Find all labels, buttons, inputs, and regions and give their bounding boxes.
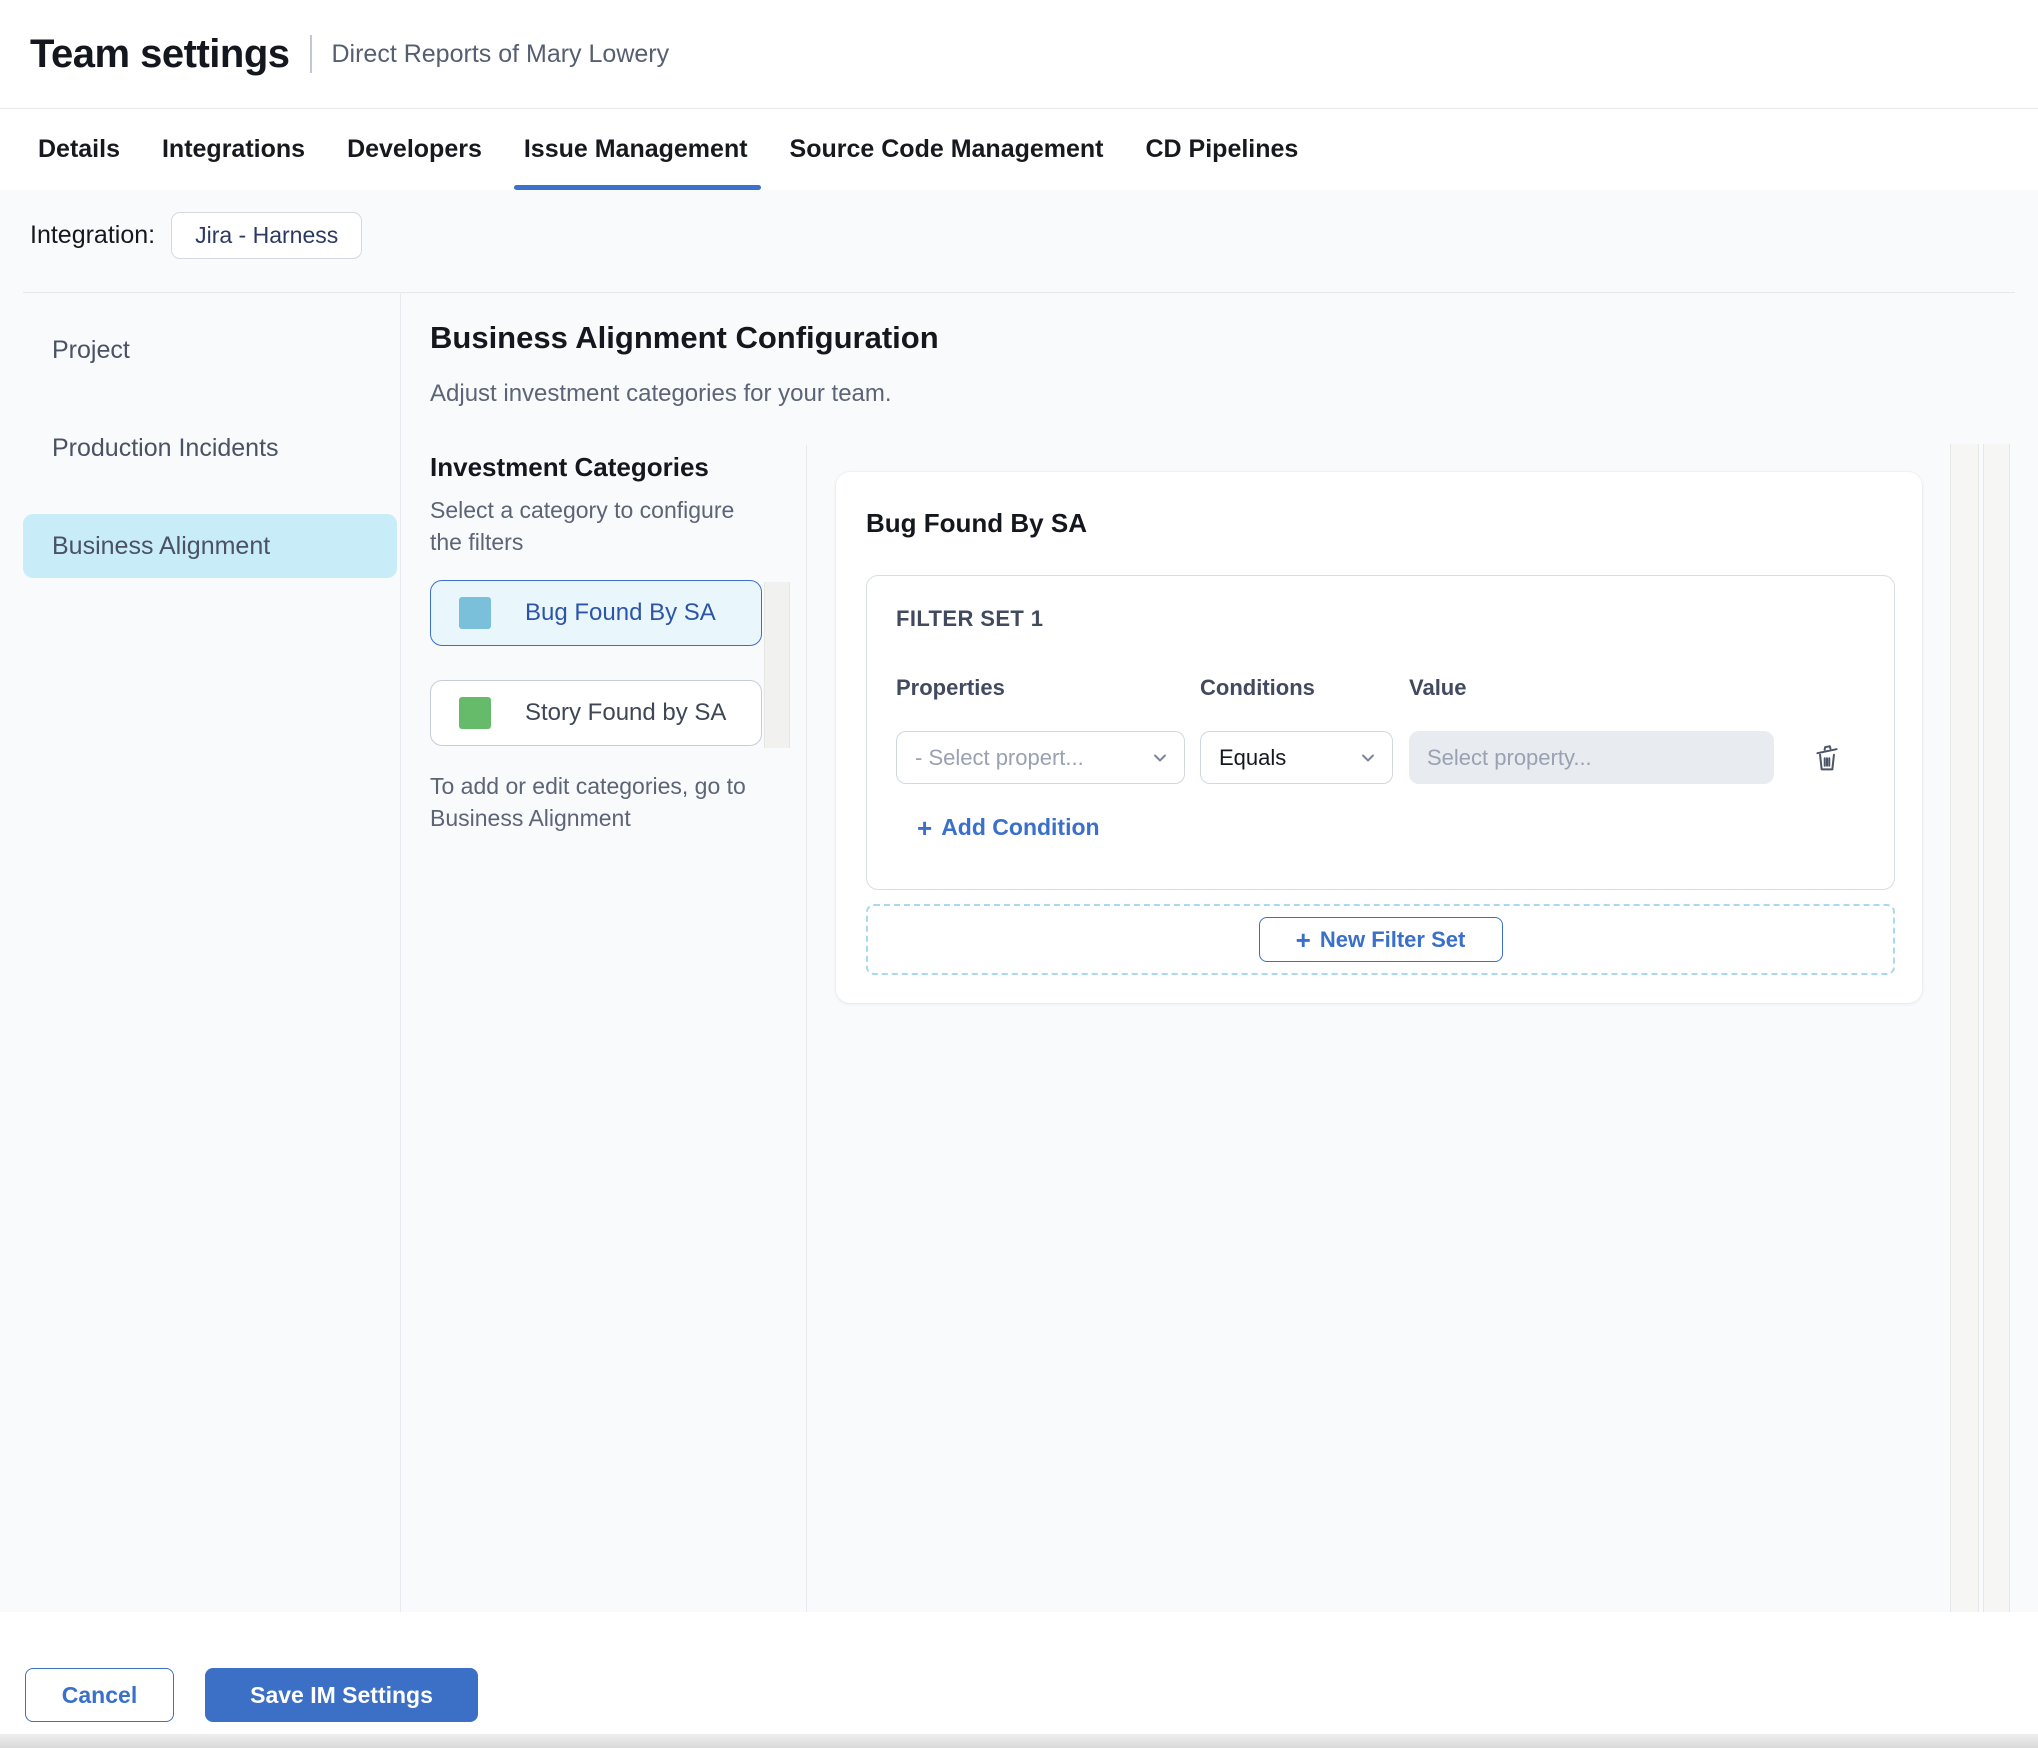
team-settings-page: Team settings Direct Reports of Mary Low…: [0, 0, 2038, 1748]
tab-cd-pipelines[interactable]: CD Pipelines: [1146, 109, 1299, 190]
property-select[interactable]: - Select propert...: [896, 731, 1185, 784]
value-column-label: Value: [1409, 675, 1467, 700]
integration-label: Integration:: [30, 221, 156, 249]
tab-label: Integrations: [161, 135, 306, 163]
category-bug-found-by-sa[interactable]: Bug Found By SA: [430, 580, 762, 646]
sidebar-item-business-alignment[interactable]: Business Alignment: [23, 514, 397, 578]
tab-issue-management[interactable]: Issue Management: [513, 109, 761, 190]
cancel-button[interactable]: Cancel: [25, 1668, 174, 1722]
section-title: Business Alignment Configuration: [430, 320, 939, 355]
property-select-placeholder: - Select propert...: [915, 744, 1084, 770]
vertical-scrollbar-track-outer[interactable]: [1950, 444, 1979, 1612]
detail-card-title: Bug Found By SA: [866, 508, 1087, 538]
sidebar-item-production-incidents[interactable]: Production Incidents: [23, 416, 397, 480]
categories-heading: Investment Categories: [430, 452, 709, 482]
add-condition-label: Add Condition: [941, 814, 1100, 840]
tab-developers[interactable]: Developers: [347, 109, 482, 190]
footer-buttons: Cancel Save IM Settings: [25, 1668, 478, 1722]
category-list-scrollbar[interactable]: [764, 582, 790, 748]
filter-set-card: FILTER SET 1 Properties Conditions Value…: [866, 575, 1895, 890]
page-subtitle: Direct Reports of Mary Lowery: [331, 39, 670, 68]
sidebar-item-label: Project: [52, 335, 130, 364]
tab-label: Source Code Management: [789, 135, 1104, 163]
delete-condition-button[interactable]: [1808, 739, 1846, 777]
trash-icon: [1816, 745, 1838, 771]
sidebar-item-label: Production Incidents: [52, 433, 279, 462]
page-title: Team settings: [30, 31, 290, 76]
tab-source-code-management[interactable]: Source Code Management: [790, 109, 1104, 190]
title-separator: [309, 35, 312, 73]
condition-select[interactable]: Equals: [1200, 731, 1393, 784]
tab-label: CD Pipelines: [1145, 135, 1299, 163]
sidebar-item-label: Business Alignment: [52, 531, 271, 560]
integration-row: Integration: Jira - Harness: [30, 212, 363, 259]
tab-integrations[interactable]: Integrations: [162, 109, 305, 190]
categories-divider: [806, 445, 807, 1612]
save-im-settings-button[interactable]: Save IM Settings: [205, 1668, 478, 1722]
new-filter-set-button[interactable]: + New Filter Set: [1258, 917, 1503, 962]
tab-label: Issue Management: [523, 135, 748, 163]
tab-bar: Details Integrations Developers Issue Ma…: [0, 108, 2038, 190]
category-detail-card: Bug Found By SA FILTER SET 1 Properties …: [836, 472, 1922, 1003]
new-filter-set-dropzone: + New Filter Set: [866, 904, 1895, 975]
tab-label: Details: [38, 135, 120, 163]
bottom-edge-strip: [0, 1734, 2038, 1748]
sidebar-item-project[interactable]: Project: [23, 318, 397, 382]
properties-column-label: Properties: [896, 675, 1005, 700]
sidebar-divider: [400, 292, 401, 1612]
page-header: Team settings Direct Reports of Mary Low…: [0, 0, 2038, 108]
value-input[interactable]: [1409, 731, 1774, 784]
condition-select-value: Equals: [1219, 744, 1287, 770]
content-top-border: [23, 292, 2015, 293]
section-subtitle: Adjust investment categories for your te…: [430, 380, 892, 407]
investment-categories-panel: Investment Categories Select a category …: [430, 452, 762, 834]
category-label: Story Found by SA: [525, 699, 727, 726]
plus-icon: +: [917, 812, 933, 843]
categories-footnote: To add or edit categories, go to Busines…: [430, 773, 746, 832]
tab-details[interactable]: Details: [38, 109, 120, 190]
category-label: Bug Found By SA: [525, 599, 716, 626]
filter-set-title: FILTER SET 1: [896, 606, 1044, 631]
tab-label: Developers: [347, 135, 482, 163]
conditions-column-label: Conditions: [1200, 675, 1315, 700]
settings-side-nav: Project Production Incidents Business Al…: [23, 318, 397, 578]
category-color-swatch: [459, 597, 491, 629]
chevron-down-icon: [1362, 754, 1374, 761]
categories-subheading: Select a category to configure the filte…: [430, 497, 735, 555]
chevron-down-icon: [1154, 754, 1166, 761]
integration-chip[interactable]: Jira - Harness: [171, 212, 363, 259]
new-filter-set-label: New Filter Set: [1319, 926, 1466, 952]
category-color-swatch: [459, 697, 491, 729]
plus-icon: +: [1295, 924, 1311, 955]
category-story-found-by-sa[interactable]: Story Found by SA: [430, 680, 762, 746]
add-condition-button[interactable]: + Add Condition: [917, 814, 1100, 841]
vertical-scrollbar-track-inner[interactable]: [1983, 444, 2010, 1612]
footer-bar: Cancel Save IM Settings: [0, 1612, 2038, 1748]
